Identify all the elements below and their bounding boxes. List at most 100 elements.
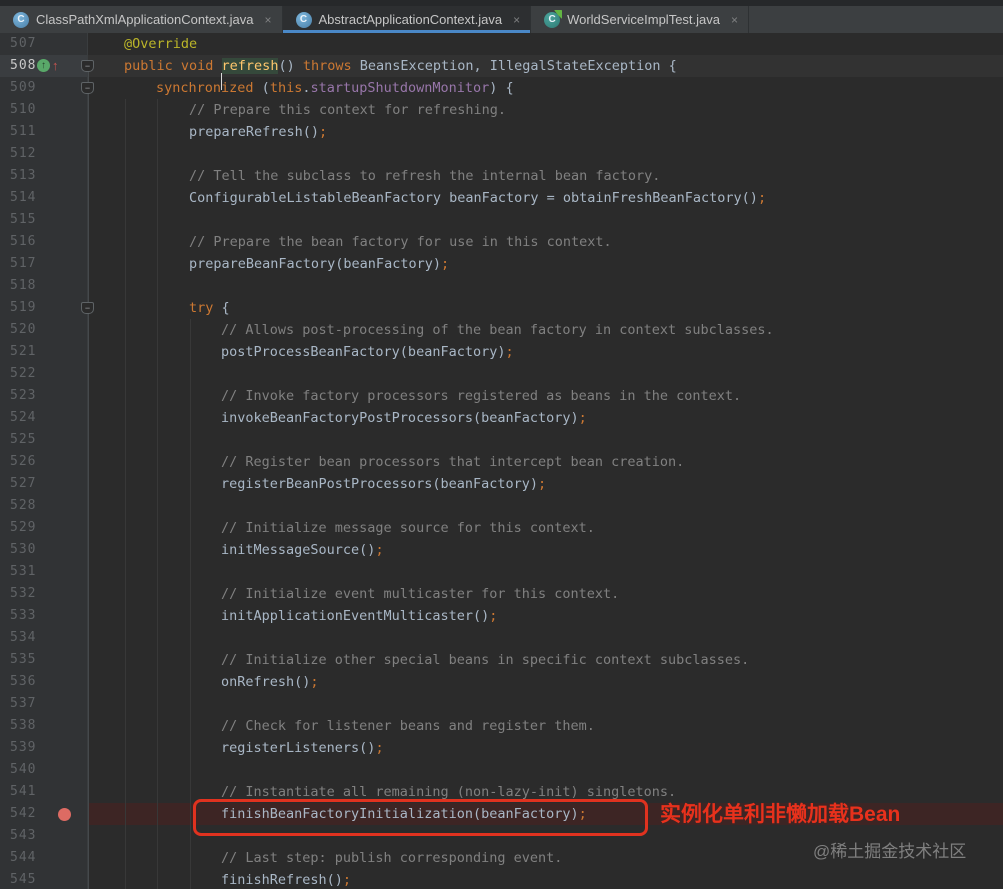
code-text[interactable]: // Check for listener beans and register…	[88, 715, 1003, 737]
breakpoint-icon[interactable]	[58, 808, 71, 821]
gutter-line-516[interactable]: 516	[0, 231, 88, 253]
gutter-line-523[interactable]: 523	[0, 385, 88, 407]
gutter-line-509[interactable]: 509	[0, 77, 88, 99]
gutter-line-536[interactable]: 536	[0, 671, 88, 693]
close-tab-icon[interactable]: ×	[731, 14, 738, 26]
line-number: 522	[10, 366, 37, 381]
gutter-line-520[interactable]: 520	[0, 319, 88, 341]
gutter-line-527[interactable]: 527	[0, 473, 88, 495]
gutter-line-526[interactable]: 526	[0, 451, 88, 473]
gutter-line-514[interactable]: 514	[0, 187, 88, 209]
gutter-line-519[interactable]: 519	[0, 297, 88, 319]
gutter-line-508[interactable]: 508 ↑ ↑	[0, 55, 88, 77]
code-text[interactable]: // Initialize other special beans in spe…	[88, 649, 1003, 671]
fold-collapse-icon[interactable]: −	[81, 302, 94, 314]
code-text[interactable]	[88, 363, 1003, 385]
code-token: registerListeners()	[221, 740, 376, 756]
code-text[interactable]: initMessageSource();	[88, 539, 1003, 561]
code-text[interactable]: // Invoke factory processors registered …	[88, 385, 1003, 407]
code-text[interactable]	[88, 275, 1003, 297]
code-text[interactable]: ConfigurableListableBeanFactory beanFact…	[88, 187, 1003, 209]
gutter-line-530[interactable]: 530	[0, 539, 88, 561]
fold-collapse-icon[interactable]: −	[81, 82, 94, 94]
code-token: // Allows post-processing of the bean fa…	[221, 322, 774, 338]
code-token: // Instantiate all remaining (non-lazy-i…	[221, 784, 677, 800]
code-text[interactable]: // Initialize message source for this co…	[88, 517, 1003, 539]
line-number: 511	[10, 124, 37, 139]
code-text[interactable]: // Initialize event multicaster for this…	[88, 583, 1003, 605]
code-line-510: 510 // Prepare this context for refreshin…	[0, 99, 1003, 121]
editor-tab-1[interactable]: C ClassPathXmlApplicationContext.java ×	[0, 6, 283, 33]
gutter-line-543[interactable]: 543	[0, 825, 88, 847]
gutter-line-531[interactable]: 531	[0, 561, 88, 583]
code-text[interactable]: invokeBeanFactoryPostProcessors(beanFact…	[88, 407, 1003, 429]
line-number: 536	[10, 674, 37, 689]
code-text[interactable]: − public void refresh() throws BeansExcep…	[81, 55, 1003, 90]
code-text[interactable]	[88, 143, 1003, 165]
code-text[interactable]	[88, 495, 1003, 517]
code-text[interactable]: finishRefresh();	[88, 869, 1003, 889]
gutter-line-518[interactable]: 518	[0, 275, 88, 297]
code-text[interactable]: @Override	[88, 33, 1003, 55]
code-text[interactable]: initApplicationEventMulticaster();	[88, 605, 1003, 627]
gutter-line-541[interactable]: 541	[0, 781, 88, 803]
code-text[interactable]: prepareRefresh();	[88, 121, 1003, 143]
code-text[interactable]	[88, 209, 1003, 231]
line-number: 513	[10, 168, 37, 183]
gutter-line-534[interactable]: 534	[0, 627, 88, 649]
gutter-line-515[interactable]: 515	[0, 209, 88, 231]
gutter-line-545[interactable]: 545	[0, 869, 88, 889]
code-text[interactable]: prepareBeanFactory(beanFactory);	[88, 253, 1003, 275]
code-text[interactable]: − synchronized (this.startupShutdownMonit…	[81, 77, 1003, 99]
code-text[interactable]	[88, 759, 1003, 781]
fold-collapse-icon[interactable]: −	[81, 60, 94, 72]
code-text[interactable]: // Allows post-processing of the bean fa…	[88, 319, 1003, 341]
close-tab-icon[interactable]: ×	[513, 14, 520, 26]
gutter-line-533[interactable]: 533	[0, 605, 88, 627]
gutter-line-510[interactable]: 510	[0, 99, 88, 121]
gutter-line-540[interactable]: 540	[0, 759, 88, 781]
gutter-line-538[interactable]: 538	[0, 715, 88, 737]
line-number: 521	[10, 344, 37, 359]
gutter-line-535[interactable]: 535	[0, 649, 88, 671]
code-token: ;	[342, 872, 352, 888]
editor-tab-2[interactable]: C AbstractApplicationContext.java ×	[282, 6, 532, 33]
code-token: // Last step: publish corresponding even…	[221, 850, 563, 866]
code-line-507: 507 @Override	[0, 33, 1003, 55]
code-text[interactable]: // Tell the subclass to refresh the inte…	[88, 165, 1003, 187]
gutter-line-537[interactable]: 537	[0, 693, 88, 715]
code-text[interactable]: onRefresh();	[88, 671, 1003, 693]
code-text[interactable]: // Prepare this context for refreshing.	[88, 99, 1003, 121]
code-text[interactable]	[88, 561, 1003, 583]
code-text[interactable]	[88, 627, 1003, 649]
gutter-line-522[interactable]: 522	[0, 363, 88, 385]
gutter-line-525[interactable]: 525	[0, 429, 88, 451]
gutter-line-513[interactable]: 513	[0, 165, 88, 187]
code-text[interactable]: // Register bean processors that interce…	[88, 451, 1003, 473]
gutter-line-512[interactable]: 512	[0, 143, 88, 165]
gutter-line-521[interactable]: 521	[0, 341, 88, 363]
overrides-method-icon[interactable]: ↑	[37, 59, 50, 72]
code-text[interactable]: − try {	[81, 297, 1003, 319]
code-folding-line	[88, 63, 89, 889]
annotation-highlight-box	[193, 799, 648, 836]
code-text[interactable]: postProcessBeanFactory(beanFactory);	[88, 341, 1003, 363]
code-text[interactable]: registerBeanPostProcessors(beanFactory);	[88, 473, 1003, 495]
editor-tab-3[interactable]: C WorldServiceImplTest.java ×	[531, 6, 750, 33]
gutter-line-539[interactable]: 539	[0, 737, 88, 759]
gutter-line-544[interactable]: 544	[0, 847, 88, 869]
navigate-super-icon[interactable]: ↑	[52, 57, 59, 74]
close-tab-icon[interactable]: ×	[265, 14, 272, 26]
gutter-line-542[interactable]: 542	[0, 803, 88, 825]
code-text[interactable]	[88, 429, 1003, 451]
code-text[interactable]: // Prepare the bean factory for use in t…	[88, 231, 1003, 253]
gutter-line-524[interactable]: 524	[0, 407, 88, 429]
gutter-line-532[interactable]: 532	[0, 583, 88, 605]
gutter-line-517[interactable]: 517	[0, 253, 88, 275]
gutter-line-507[interactable]: 507	[0, 33, 88, 55]
gutter-line-529[interactable]: 529	[0, 517, 88, 539]
gutter-line-528[interactable]: 528	[0, 495, 88, 517]
gutter-line-511[interactable]: 511	[0, 121, 88, 143]
code-text[interactable]	[88, 693, 1003, 715]
code-text[interactable]: registerListeners();	[88, 737, 1003, 759]
